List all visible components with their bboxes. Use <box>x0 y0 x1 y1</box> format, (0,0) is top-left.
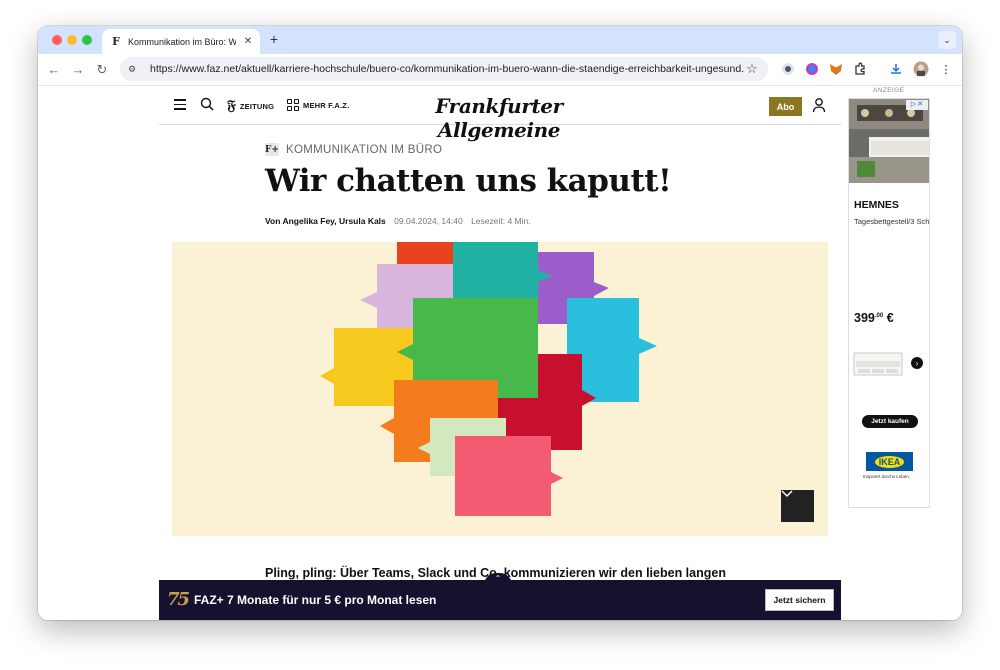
browser-window: F Kommunikation im Büro: Wann ✕ + ⌄ ← → … <box>38 26 962 620</box>
grid-icon <box>287 99 299 111</box>
anniversary-75-logo: 75 <box>167 589 190 610</box>
article-reading-time: Lesezeit: 4 Min. <box>471 216 531 226</box>
faz-favicon-icon: F <box>112 35 120 48</box>
faz-logo[interactable]: Frankfurter Allgemeine <box>409 94 589 142</box>
jetzt-kaufen-button[interactable]: Jetzt kaufen <box>862 415 918 428</box>
kebab-menu-icon[interactable]: ⋮ <box>938 61 954 77</box>
tab-close-icon[interactable]: ✕ <box>242 36 254 47</box>
abo-button[interactable]: Abo <box>769 97 802 116</box>
site-info-icon[interactable]: ⚙ <box>128 64 142 75</box>
ad-price-currency: € <box>886 311 894 325</box>
article-authors[interactable]: Von Angelika Fey, Ursula Kals <box>265 216 386 226</box>
ikea-tagline: Inspiriert durchs Leben. <box>863 474 911 479</box>
tab-strip: F Kommunikation im Büro: Wann ✕ + ⌄ <box>38 26 962 54</box>
forward-icon[interactable]: → <box>70 62 86 78</box>
faz-f-icon: 𝔉 <box>227 98 236 114</box>
tab-title: Kommunikation im Büro: Wann <box>128 36 236 47</box>
download-icon[interactable] <box>888 61 904 77</box>
chevron-down-icon <box>781 490 793 498</box>
ad-price-main: 399 <box>854 311 875 325</box>
speech-bubbles-illustration <box>320 242 657 516</box>
ikea-advertisement[interactable]: ▷✕ HEMNES Tagesbettgestell/3 Schubladen … <box>848 98 930 508</box>
metamask-fox-icon[interactable] <box>828 61 844 77</box>
tab-search-chevron-icon[interactable]: ⌄ <box>938 31 956 49</box>
minimize-window-button[interactable] <box>67 35 77 45</box>
faz-plus-badge-icon: F+ <box>265 143 279 156</box>
article-byline: Von Angelika Fey, Ursula Kals 09.04.2024… <box>265 216 537 226</box>
ad-product-title: HEMNES <box>854 199 899 211</box>
ad-bedroom-photo[interactable] <box>849 99 930 183</box>
hero-image <box>172 242 828 536</box>
article-date: 09.04.2024, 14:40 <box>394 216 463 226</box>
url-text[interactable]: https://www.faz.net/aktuell/karriere-hoc… <box>150 63 744 75</box>
star-icon[interactable]: ☆ <box>744 61 760 77</box>
ikea-logo: IKEA <box>866 452 913 471</box>
ad-choices-close-icon[interactable]: ▷ ✕ <box>906 100 928 110</box>
user-account-icon[interactable] <box>812 97 826 113</box>
profile-avatar[interactable] <box>913 61 929 77</box>
extensions-puzzle-icon[interactable] <box>852 61 868 77</box>
ad-next-arrow-icon[interactable]: › <box>911 357 923 369</box>
reload-icon[interactable]: ↻ <box>94 62 110 78</box>
ad-price-cents: .00 <box>874 312 884 319</box>
close-window-button[interactable] <box>52 35 62 45</box>
zeitung-link[interactable]: 𝔉 ZEITUNG <box>227 98 274 114</box>
browser-toolbar: ← → ↻ ⚙ https://www.faz.net/aktuell/karr… <box>38 54 962 86</box>
ad-label: ANZEIGE <box>873 87 905 94</box>
image-caption-toggle-button[interactable] <box>781 490 814 522</box>
extension-color-icon[interactable] <box>804 61 820 77</box>
ad-price: 399.00 € <box>854 311 894 325</box>
page-content: 𝔉 ZEITUNG MEHR F.A.Z. Frankfurter Allgem… <box>38 86 962 620</box>
jetzt-sichern-button[interactable]: Jetzt sichern <box>765 589 834 611</box>
address-bar[interactable]: ⚙ https://www.faz.net/aktuell/karriere-h… <box>120 57 768 81</box>
back-icon[interactable]: ← <box>46 62 62 78</box>
new-tab-button[interactable]: + <box>266 31 282 47</box>
ad-daybed-image <box>853 352 903 376</box>
ad-product-description: Tagesbettgestell/3 Schubladen <box>854 217 930 226</box>
search-icon[interactable] <box>200 97 214 111</box>
article-headline: Wir chatten uns kaputt! <box>265 163 672 199</box>
extension-shield-icon[interactable] <box>780 61 796 77</box>
mehr-faz-label: MEHR F.A.Z. <box>303 100 350 110</box>
mehr-faz-link[interactable]: MEHR F.A.Z. <box>287 99 349 111</box>
bubble-pink <box>455 436 563 516</box>
hamburger-menu-icon[interactable] <box>174 99 186 110</box>
zeitung-label: ZEITUNG <box>239 101 275 111</box>
browser-tab[interactable]: F Kommunikation im Büro: Wann ✕ <box>102 29 260 54</box>
ikea-logo-text: IKEA <box>874 455 905 468</box>
promo-text: FAZ+ 7 Monate für nur 5 € pro Monat lese… <box>194 593 437 607</box>
site-header: 𝔉 ZEITUNG MEHR F.A.Z. Frankfurter Allgem… <box>159 86 841 142</box>
article-kicker: F+ KOMMUNIKATION IM BÜRO <box>265 143 442 156</box>
zoom-window-button[interactable] <box>82 35 92 45</box>
kicker-text: KOMMUNIKATION IM BÜRO <box>286 143 443 156</box>
faz-plus-promo-bar: ⌃ 75 FAZ+ 7 Monate für nur 5 € pro Monat… <box>159 573 841 620</box>
